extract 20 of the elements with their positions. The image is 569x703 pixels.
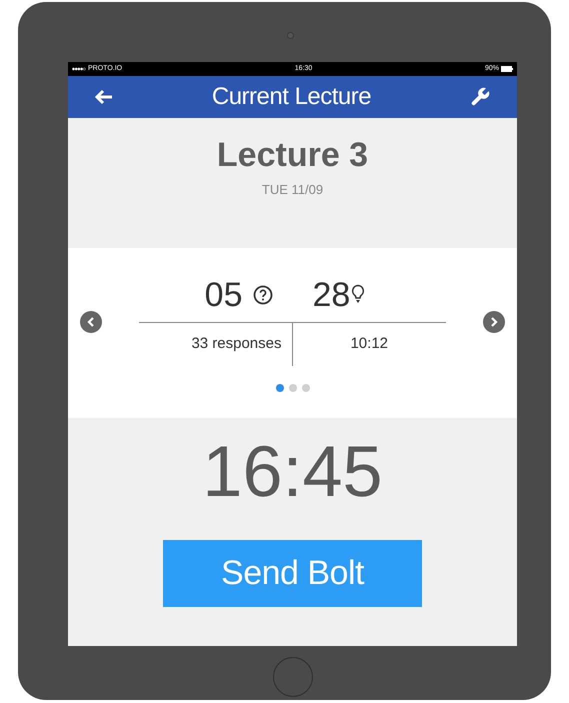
chevron-right-icon [490,316,498,327]
send-bolt-button[interactable]: Send Bolt [163,540,422,607]
time-label: 10:12 [350,334,388,354]
previous-button[interactable] [80,310,102,333]
wrench-icon [469,86,491,108]
back-button[interactable] [94,89,114,105]
back-arrow-icon [94,89,114,105]
timer-text: 16:45 [202,436,383,508]
battery-icon [501,66,513,72]
question-count: 05 [204,278,242,312]
next-button[interactable] [483,310,505,333]
chevron-left-icon [87,316,95,327]
settings-button[interactable] [469,86,491,108]
question-circle-icon [252,285,272,305]
idea-count: 28 [312,278,350,312]
responses-label: 33 responses [191,334,282,354]
signal-icon [72,67,86,71]
header-title: Current Lecture [212,82,372,112]
lecture-date: TUE 11/09 [262,181,324,199]
lecture-title: Lecture 3 [216,138,368,172]
